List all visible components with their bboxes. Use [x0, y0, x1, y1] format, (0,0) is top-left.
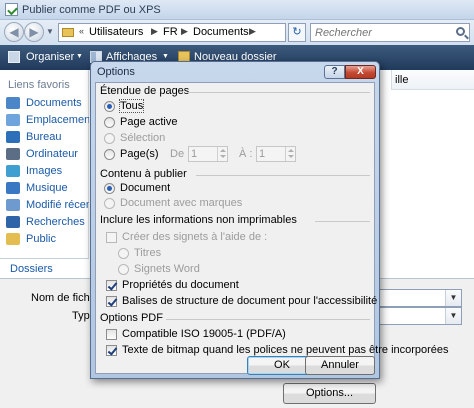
refresh-icon[interactable]: ↻ — [288, 23, 306, 42]
recent-icon — [6, 199, 20, 211]
divider — [166, 319, 370, 320]
divider — [188, 92, 370, 93]
radio-label: Page active — [120, 116, 178, 128]
to-page-input[interactable] — [257, 147, 285, 161]
radio-label: Sélection — [120, 132, 166, 144]
non-printing-title: Inclure les informations non imprimables — [100, 214, 297, 226]
checkbox-label: Compatible ISO 19005-1 (PDF/A) — [122, 328, 286, 340]
computer-icon — [6, 148, 20, 160]
recent-pages-dropdown[interactable]: ▼ — [46, 27, 54, 36]
radio-selected-icon — [104, 183, 115, 194]
places-icon — [6, 114, 20, 126]
desktop-icon — [6, 131, 20, 143]
address-bar-row: ◀ ▶ ▼ « Utilisateurs ▶ FR ▶ Documents ▶ … — [0, 20, 474, 45]
favorites-header: Liens favoris — [8, 79, 70, 91]
spinner-arrows-icon[interactable] — [217, 147, 227, 161]
radio-icon — [104, 198, 115, 209]
folders-toggle[interactable]: Dossiers — [0, 258, 89, 278]
search-input[interactable] — [311, 24, 451, 41]
window-title: Publier comme PDF ou XPS — [22, 4, 161, 16]
checkbox-checked-icon — [106, 345, 117, 356]
nav-item-searches[interactable]: Recherches — [6, 214, 89, 231]
checkbox-label: Balises de structure de document pour l'… — [122, 295, 378, 307]
radio-selected-icon — [104, 101, 115, 112]
window-titlebar: Publier comme PDF ou XPS — [0, 0, 474, 20]
from-page-spinner[interactable] — [188, 146, 228, 162]
folder-icon — [62, 28, 74, 37]
public-folder-icon — [6, 233, 20, 245]
radio-icon — [118, 248, 129, 259]
page-range-title: Étendue de pages — [100, 85, 190, 97]
checkbox-checked-icon — [106, 296, 117, 307]
breadcrumb-fr[interactable]: FR — [163, 26, 178, 38]
organize-icon — [8, 51, 20, 63]
from-page-input[interactable] — [189, 147, 217, 161]
documents-icon — [6, 97, 20, 109]
checkbox-icon — [106, 329, 117, 340]
chevron-down-icon: ▼ — [162, 53, 169, 60]
checkbox-label: Créer des signets à l'aide de : — [122, 231, 268, 243]
searches-icon — [6, 216, 20, 228]
dialog-body: Étendue de pages Tous Page active Sélect… — [95, 82, 449, 374]
folders-toggle-label: Dossiers — [10, 263, 53, 275]
chevron-right-icon[interactable]: ▶ — [181, 26, 188, 37]
music-icon — [6, 182, 20, 194]
radio-icon — [104, 117, 115, 128]
chevron-right-icon[interactable]: ▶ — [249, 26, 256, 37]
navigation-pane: Liens favoris Documents Emplacements Bur… — [0, 70, 89, 278]
address-bar[interactable]: « Utilisateurs ▶ FR ▶ Documents ▶ ▼ — [58, 23, 339, 42]
nav-item-music[interactable]: Musique — [6, 180, 89, 197]
breadcrumb-users[interactable]: Utilisateurs — [89, 26, 143, 38]
breadcrumb-documents[interactable]: Documents — [193, 26, 249, 38]
dialog-title: Options — [97, 66, 135, 78]
publish-what-title: Contenu à publier — [100, 168, 187, 180]
nav-item-desktop[interactable]: Bureau — [6, 129, 89, 146]
checkbox-checked-icon — [106, 280, 117, 291]
back-button[interactable]: ◀ — [4, 22, 24, 42]
app-icon — [5, 3, 18, 16]
pictures-icon — [6, 165, 20, 177]
column-header-label: ille — [395, 74, 409, 86]
to-label: À : — [239, 148, 253, 160]
chevron-down-icon: ▼ — [76, 53, 83, 60]
forward-button[interactable]: ▶ — [24, 22, 44, 42]
divider — [315, 221, 370, 222]
radio-label: Document — [120, 182, 171, 194]
radio-label: Titres — [134, 247, 162, 259]
nav-item-places[interactable]: Emplacements — [6, 112, 89, 129]
nav-item-recent[interactable]: Modifié récemm — [6, 197, 89, 214]
radio-label: Signets Word — [134, 263, 200, 275]
column-header[interactable]: ille — [391, 70, 474, 90]
nav-item-pictures[interactable]: Images — [6, 163, 89, 180]
close-button[interactable]: X — [345, 65, 376, 79]
radio-icon — [118, 264, 129, 275]
checkbox-icon — [106, 232, 117, 243]
search-icon[interactable] — [456, 27, 465, 36]
breadcrumb-separator: « — [79, 26, 85, 36]
search-box — [310, 23, 470, 42]
options-dialog: Options ? X Étendue de pages Tous Page a… — [90, 61, 449, 379]
chevron-down-icon[interactable]: ▼ — [445, 290, 461, 306]
spinner-arrows-icon[interactable] — [285, 147, 295, 161]
radio-label: Page(s) — [120, 148, 159, 160]
radio-icon — [104, 133, 115, 144]
checkbox-label: Texte de bitmap quand les polices ne peu… — [122, 344, 449, 356]
options-button[interactable]: Options... — [283, 383, 376, 404]
to-page-spinner[interactable] — [256, 146, 296, 162]
cancel-button[interactable]: Annuler — [305, 356, 375, 375]
nav-item-computer[interactable]: Ordinateur — [6, 146, 89, 163]
organize-button[interactable]: Organiser — [26, 51, 74, 63]
help-button[interactable]: ? — [324, 65, 345, 79]
nav-item-public[interactable]: Public — [6, 231, 89, 248]
radio-label: Tous — [118, 99, 145, 113]
radio-icon — [104, 149, 115, 160]
checkbox-label: Propriétés du document — [122, 279, 239, 291]
nav-item-documents[interactable]: Documents — [6, 95, 89, 112]
chevron-down-icon[interactable]: ▼ — [445, 308, 461, 324]
chevron-right-icon[interactable]: ▶ — [151, 26, 158, 37]
radio-label: Document avec marques — [120, 197, 243, 209]
divider — [196, 175, 370, 176]
pdf-options-title: Options PDF — [100, 312, 163, 324]
